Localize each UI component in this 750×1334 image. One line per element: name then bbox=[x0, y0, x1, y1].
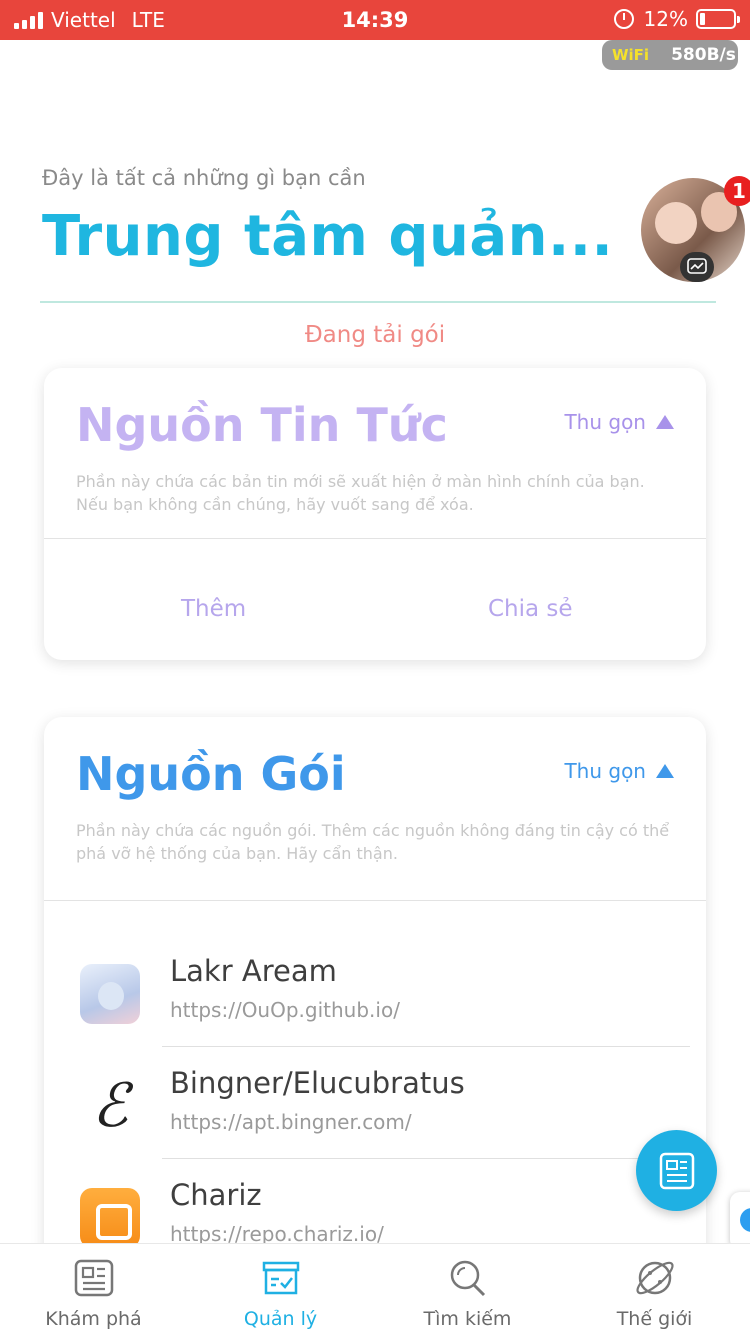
side-drawer-handle[interactable] bbox=[730, 1192, 750, 1250]
alarm-icon bbox=[613, 9, 634, 29]
tab-label: Quản lý bbox=[243, 1308, 318, 1330]
page-title: Trung tâm quản... bbox=[42, 204, 614, 269]
repo-name: Chariz bbox=[170, 1178, 262, 1212]
divider bbox=[162, 1158, 690, 1159]
network-speed-badge: WiFi 580B/s bbox=[602, 40, 738, 70]
repo-item-bingner[interactable]: ℰ Bingner/Elucubratus https://apt.bingne… bbox=[80, 1066, 692, 1178]
page-subtitle: Đây là tất cả những gì bạn cần bbox=[42, 166, 366, 190]
repo-item-chariz[interactable]: Chariz https://repo.chariz.io/ bbox=[80, 1178, 692, 1243]
network-speed: 580B/s bbox=[671, 45, 736, 65]
repo-url: https://OuOp.github.io/ bbox=[170, 998, 400, 1022]
notification-badge: 1 bbox=[724, 176, 750, 206]
tab-search[interactable]: Tìm kiếm bbox=[374, 1244, 561, 1334]
package-collapse-button[interactable]: Thu gọn bbox=[564, 759, 674, 783]
tab-explore[interactable]: Khám phá bbox=[0, 1244, 187, 1334]
tab-world[interactable]: Thế giới bbox=[561, 1244, 748, 1334]
loading-status: Đang tải gói bbox=[304, 322, 446, 348]
triangle-up-icon bbox=[656, 415, 674, 429]
chariz-logo-icon bbox=[80, 1188, 140, 1243]
divider bbox=[44, 900, 706, 901]
tab-label: Khám phá bbox=[45, 1308, 142, 1330]
status-bar: Viettel LTE 14:39 12% bbox=[0, 0, 750, 40]
repo-item-lakr[interactable]: Lakr Aream https://OuOp.github.io/ bbox=[80, 954, 692, 1066]
package-card-description: Phần này chứa các nguồn gói. Thêm các ng… bbox=[76, 821, 670, 863]
header-divider bbox=[40, 301, 716, 303]
search-icon bbox=[450, 1260, 486, 1297]
news-fab-button[interactable] bbox=[636, 1130, 717, 1211]
add-button[interactable]: Thêm bbox=[181, 596, 246, 622]
news-card-description: Phần này chứa các bản tin mới sẽ xuất hi… bbox=[76, 472, 645, 514]
tab-label: Tìm kiếm bbox=[423, 1308, 512, 1330]
news-card-title: Nguồn Tin Tức bbox=[76, 398, 448, 452]
script-e-logo-icon: ℰ bbox=[91, 1071, 129, 1141]
tab-label: Thế giới bbox=[616, 1308, 693, 1330]
package-card-title: Nguồn Gói bbox=[76, 747, 346, 801]
status-right: 12% bbox=[613, 7, 740, 31]
repo-name: Bingner/Elucubratus bbox=[170, 1066, 465, 1100]
divider bbox=[44, 538, 706, 539]
collapse-label: Thu gọn bbox=[564, 759, 646, 783]
avatar bbox=[655, 202, 697, 244]
messenger-icon bbox=[680, 252, 714, 282]
manage-box-icon bbox=[262, 1261, 300, 1295]
repo-url: https://apt.bingner.com/ bbox=[170, 1110, 412, 1134]
triangle-up-icon bbox=[656, 764, 674, 778]
planet-icon bbox=[636, 1261, 674, 1295]
bottom-tab-bar: Khám phá Quản lý Tìm kiếm Thế giới bbox=[0, 1243, 750, 1334]
battery-icon bbox=[696, 9, 740, 29]
battery-percent: 12% bbox=[643, 7, 688, 31]
document-icon bbox=[659, 1152, 694, 1189]
news-collapse-button[interactable]: Thu gọn bbox=[564, 410, 674, 434]
repo-avatar-icon bbox=[80, 964, 140, 1024]
divider bbox=[162, 1046, 690, 1047]
newspaper-icon bbox=[74, 1259, 114, 1297]
collapse-label: Thu gọn bbox=[564, 410, 646, 434]
news-source-card: Nguồn Tin Tức Thu gọn Phần này chứa các … bbox=[44, 368, 706, 660]
share-button[interactable]: Chia sẻ bbox=[488, 596, 573, 622]
wifi-label: WiFi bbox=[612, 46, 650, 64]
repo-name: Lakr Aream bbox=[170, 954, 337, 988]
tab-manage[interactable]: Quản lý bbox=[187, 1244, 374, 1334]
repo-url: https://repo.chariz.io/ bbox=[170, 1222, 384, 1243]
